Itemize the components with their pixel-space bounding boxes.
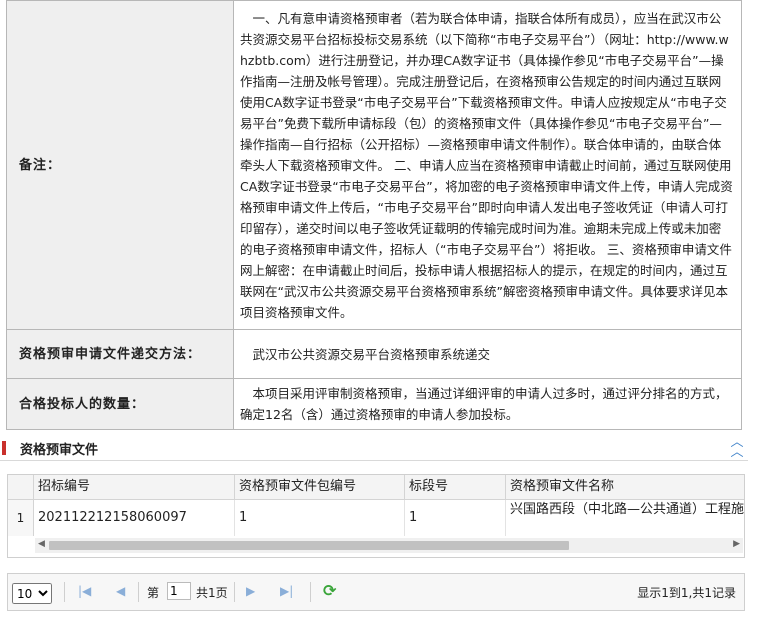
submit-method-value: 武汉市公共资源交易平台资格预审系统递交	[233, 329, 742, 379]
last-page-icon[interactable]: ▶|	[280, 584, 293, 598]
bidder-count-value: 本项目采用评审制资格预审，当通过详细评审的申请人过多时，通过评分排名的方式，确定…	[233, 378, 742, 430]
prev-page-icon[interactable]: ◀	[116, 584, 125, 598]
info-table: 备注： 一、凡有意申请资格预审者（若为联合体申请，指联合体所有成员），应当在武汉…	[6, 0, 742, 430]
pager-divider	[138, 582, 139, 602]
column-header-section-number[interactable]: 标段号	[405, 475, 506, 499]
section-divider	[0, 460, 748, 461]
column-header-bid-number[interactable]: 招标编号	[34, 475, 235, 499]
record-status: 显示1到1,共1记录	[637, 586, 736, 600]
row-number: 1	[8, 500, 34, 536]
cell-bid-number: 202112212158060097	[34, 500, 235, 536]
remarks-label: 备注：	[6, 0, 234, 330]
column-header-package-number[interactable]: 资格预审文件包编号	[235, 475, 405, 499]
horizontal-scrollbar[interactable]: ◀ ▶	[35, 538, 743, 553]
double-chevron-up-icon[interactable]: ︿ ︿	[730, 436, 744, 459]
section-title: 资格预审文件	[20, 443, 99, 458]
page-size-select[interactable]: 10	[12, 583, 52, 604]
prequal-docs-grid: 招标编号 资格预审文件包编号 标段号 资格预审文件名称 1 2021122121…	[7, 474, 745, 558]
refresh-icon[interactable]: ⟳	[323, 581, 336, 600]
section-accent-bar	[2, 441, 6, 455]
submit-method-label: 资格预审申请文件递交方法：	[6, 329, 234, 379]
pagination-bar: 10 |◀ ◀ 第 共1页 ▶ ▶| ⟳ 显示1到1,共1记录	[7, 573, 745, 611]
info-row-remarks: 备注： 一、凡有意申请资格预审者（若为联合体申请，指联合体所有成员），应当在武汉…	[6, 0, 742, 330]
cell-package-number: 1	[235, 500, 405, 536]
page-total: 共1页	[196, 586, 228, 600]
cell-section-number: 1	[405, 500, 506, 536]
cell-file-name: 兴国路西段（中北路—公共通道）工程施工	[510, 502, 744, 517]
scroll-left-icon[interactable]: ◀	[38, 539, 45, 549]
scroll-right-icon[interactable]: ▶	[733, 539, 740, 549]
next-page-icon[interactable]: ▶	[246, 584, 255, 598]
remarks-value: 一、凡有意申请资格预审者（若为联合体申请，指联合体所有成员），应当在武汉市公共资…	[233, 0, 742, 330]
row-number-header	[8, 475, 34, 499]
pager-divider	[234, 582, 235, 602]
page-number-input[interactable]	[167, 582, 191, 600]
table-row[interactable]: 1 202112212158060097 1 1 兴国路西段（中北路—公共通道）…	[8, 500, 744, 536]
page-prefix: 第	[147, 586, 160, 600]
info-row-submit-method: 资格预审申请文件递交方法： 武汉市公共资源交易平台资格预审系统递交	[6, 329, 742, 379]
grid-header: 招标编号 资格预审文件包编号 标段号 资格预审文件名称	[8, 475, 744, 500]
pager-divider	[310, 582, 311, 602]
scrollbar-thumb[interactable]	[49, 541, 569, 550]
prequal-docs-section-header: 资格预审文件 ︿ ︿	[0, 435, 748, 461]
info-row-bidder-count: 合格投标人的数量： 本项目采用评审制资格预审，当通过详细评审的申请人过多时，通过…	[6, 378, 742, 430]
first-page-icon[interactable]: |◀	[78, 584, 91, 598]
pager-divider	[64, 582, 65, 602]
bidder-count-label: 合格投标人的数量：	[6, 378, 234, 430]
column-header-file-name[interactable]: 资格预审文件名称	[506, 475, 744, 499]
